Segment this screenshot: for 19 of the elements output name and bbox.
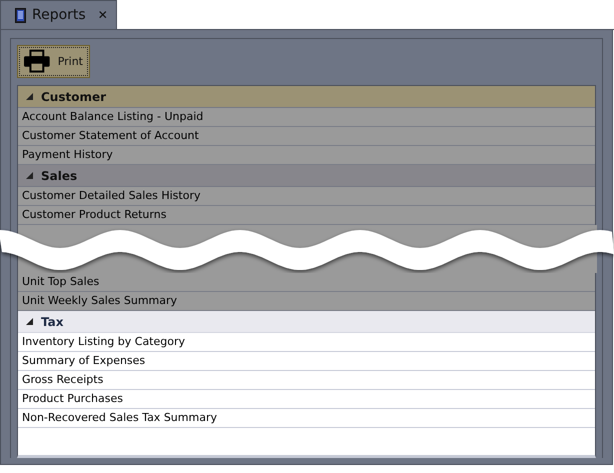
group-header[interactable]: Tax [18,311,595,333]
group-header[interactable]: Sales [18,165,595,187]
group-header[interactable]: Customer [18,86,595,108]
report-item[interactable]: Account Balance Listing - Unpaid [18,108,595,127]
document-icon [15,8,26,22]
group-title: Sales [41,168,78,182]
expand-icon[interactable] [26,318,33,325]
report-item[interactable]: Unit Weekly Sales Summary [18,292,595,311]
printer-icon [24,48,50,75]
report-item[interactable]: Customer Product Returns [18,206,595,225]
report-item[interactable]: Payment History [18,146,595,165]
report-item[interactable]: Unit Top Sales [18,273,595,292]
close-icon[interactable]: ✕ [98,8,108,22]
reports-tab[interactable]: Reports ✕ [0,0,117,29]
group-title: Customer [41,90,106,104]
report-item[interactable]: Customer Statement of Account [18,127,595,146]
group-title: Tax [41,314,64,328]
print-button[interactable]: Print [17,45,90,78]
report-item[interactable]: Customer Detailed Sales History [18,187,595,206]
